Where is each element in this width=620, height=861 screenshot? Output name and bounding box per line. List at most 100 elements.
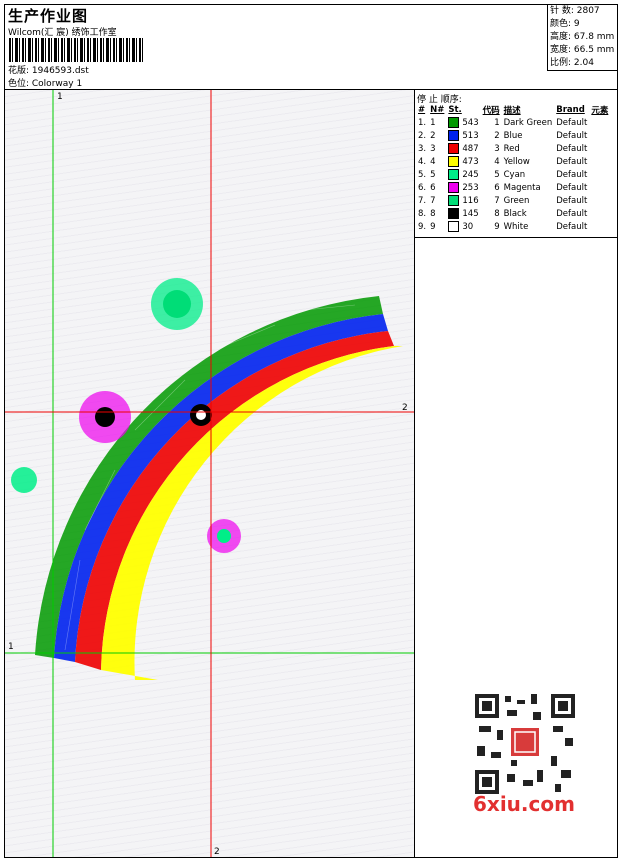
stitch-count: 487 <box>462 144 479 154</box>
colorway-label: 色位: Colorway 1 <box>8 79 83 89</box>
stat-width: 宽度: 66.5 mm <box>550 45 615 55</box>
row-code: 9 <box>494 221 500 232</box>
row-index: 8. <box>418 208 427 219</box>
col-needle: N# <box>430 105 445 115</box>
design-preview: 1 1 2 2 <box>5 90 415 857</box>
company-name: Wilcom(汇 宸) 绣饰工作室 <box>8 28 117 38</box>
thread-row: 9. 9 30 9 White Default <box>416 220 610 233</box>
row-needle: 2 <box>430 130 436 141</box>
row-code: 5 <box>494 169 500 180</box>
stitch-count: 253 <box>462 183 479 193</box>
row-stitches: 116 <box>446 194 480 207</box>
row-needle: 4 <box>430 156 436 167</box>
row-needle: 9 <box>430 221 436 232</box>
watermark-logo: 6xiu.com <box>473 792 575 816</box>
row-code: 7 <box>494 195 500 206</box>
row-brand: Default <box>556 156 588 167</box>
thread-row: 3. 3 487 3 Red Default <box>416 142 610 155</box>
row-brand: Default <box>556 117 588 128</box>
color-swatch <box>448 221 460 232</box>
worksheet-header: 生产作业图 Wilcom(汇 宸) 绣饰工作室 花版: 1946593.dst … <box>5 5 617 90</box>
thread-row: 5. 5 245 5 Cyan Default <box>416 168 610 181</box>
qr-code <box>471 690 579 798</box>
green-guide-label-left: 1 <box>8 642 14 652</box>
rainbow-design <box>35 296 403 680</box>
table-divider <box>415 237 617 238</box>
row-brand: Default <box>556 195 588 206</box>
row-index: 5. <box>418 169 427 180</box>
row-stitches: 30 <box>446 220 480 233</box>
row-index: 4. <box>418 156 427 167</box>
row-brand: Default <box>556 208 588 219</box>
color-swatch <box>448 182 460 193</box>
thread-table-header: # N# St. 代码 描述 Brand 元素 <box>416 104 610 116</box>
thread-table: # N# St. 代码 描述 Brand 元素 1. 1 543 1 Dark Gree… <box>416 104 610 233</box>
worksheet-frame: 生产作业图 Wilcom(汇 宸) 绣饰工作室 花版: 1946593.dst … <box>4 4 618 858</box>
row-needle: 6 <box>430 182 436 193</box>
embroidery-canvas: 1 1 2 2 <box>5 90 414 857</box>
stat-scale: 比例: 2.04 <box>550 58 594 68</box>
row-code: 3 <box>494 143 500 154</box>
row-code: 1 <box>494 117 500 128</box>
col-brand: Brand <box>556 105 585 115</box>
row-stitches: 513 <box>446 129 480 142</box>
row-description: Green <box>503 195 530 206</box>
row-description: Black <box>503 208 527 219</box>
red-guide-label-bottom: 2 <box>214 847 220 857</box>
row-brand: Default <box>556 130 588 141</box>
stitch-count: 145 <box>462 209 479 219</box>
flower-cyan-top <box>151 278 203 330</box>
thread-row: 4. 4 473 4 Yellow Default <box>416 155 610 168</box>
row-index: 3. <box>418 143 427 154</box>
row-stitches: 473 <box>446 155 480 168</box>
row-element <box>589 142 610 155</box>
thread-row: 1. 1 543 1 Dark Green Default <box>416 116 610 129</box>
row-description: Cyan <box>503 169 526 180</box>
row-element <box>589 181 610 194</box>
col-description: 描述 <box>503 106 521 116</box>
row-code: 6 <box>494 182 500 193</box>
green-guide-label-top: 1 <box>57 92 63 102</box>
row-code: 8 <box>494 208 500 219</box>
color-swatch <box>448 117 460 128</box>
row-stitches: 487 <box>446 142 480 155</box>
col-code: 代码 <box>482 106 500 116</box>
row-code: 4 <box>494 156 500 167</box>
row-element <box>589 207 610 220</box>
row-needle: 7 <box>430 195 436 206</box>
design-file-label: 花版: 1946593.dst <box>8 66 89 76</box>
stat-height: 高度: 67.8 mm <box>550 32 615 42</box>
row-index: 1. <box>418 117 427 128</box>
row-index: 9. <box>418 221 427 232</box>
row-index: 6. <box>418 182 427 193</box>
row-brand: Default <box>556 143 588 154</box>
stat-colors: 颜色: 9 <box>550 19 580 29</box>
row-needle: 1 <box>430 117 436 128</box>
thread-row: 8. 8 145 8 Black Default <box>416 207 610 220</box>
color-swatch <box>448 169 460 180</box>
col-element: 元素 <box>591 106 609 116</box>
row-needle: 8 <box>430 208 436 219</box>
red-guide-label-right: 2 <box>402 403 408 413</box>
page-title: 生产作业图 <box>8 7 89 25</box>
row-brand: Default <box>556 182 588 193</box>
row-index: 7. <box>418 195 427 206</box>
stitch-count: 30 <box>462 222 474 232</box>
row-element <box>589 129 610 142</box>
stitch-count: 116 <box>462 196 479 206</box>
row-brand: Default <box>556 221 588 232</box>
row-element <box>589 194 610 207</box>
row-brand: Default <box>556 169 588 180</box>
row-stitches: 253 <box>446 181 480 194</box>
thread-panel: 停 止 顺序: # N# St. 代码 描述 Brand 元素 1. 1 543 1 D… <box>415 90 617 857</box>
col-stitches: St. <box>448 105 462 115</box>
row-description: Dark Green <box>503 117 553 128</box>
row-description: Blue <box>503 130 523 141</box>
flower-magenta-small <box>207 519 241 553</box>
thread-row: 2. 2 513 2 Blue Default <box>416 129 610 142</box>
row-description: Magenta <box>503 182 541 193</box>
color-swatch <box>448 130 460 141</box>
row-needle: 3 <box>430 143 436 154</box>
thread-row: 7. 7 116 7 Green Default <box>416 194 610 207</box>
row-stitches: 543 <box>446 116 480 129</box>
